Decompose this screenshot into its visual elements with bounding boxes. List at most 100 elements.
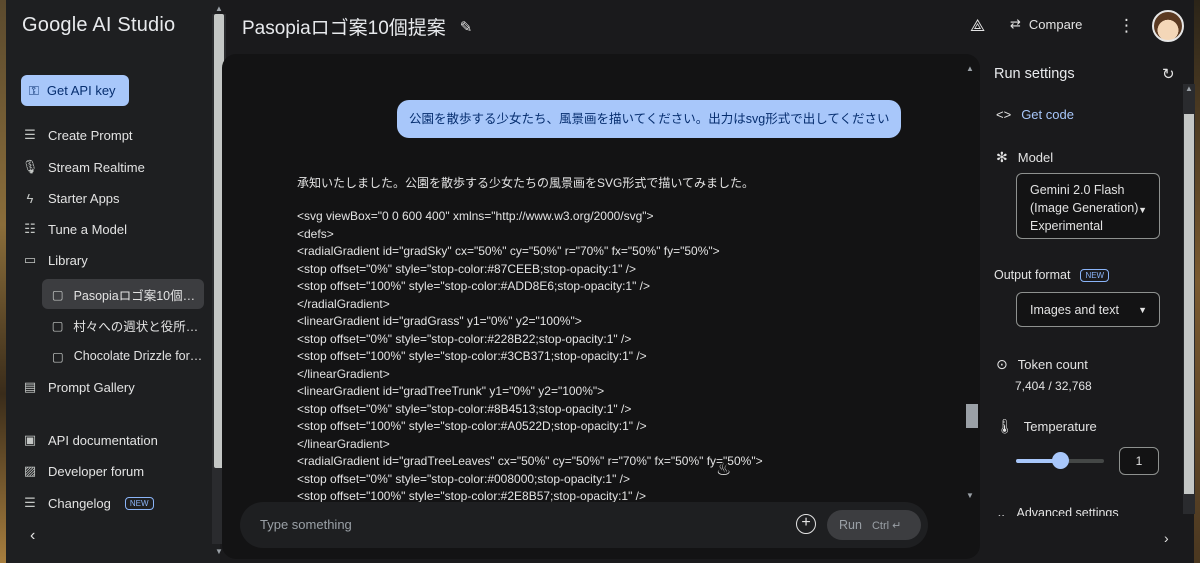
- sidebar-item-label: Changelog: [48, 495, 111, 511]
- code-line: <svg viewBox="0 0 600 400" xmlns="http:/…: [297, 209, 654, 223]
- library-item[interactable]: ▢ 村々への週状と役所の…: [42, 310, 204, 340]
- collapse-sidebar-chevron-left-icon[interactable]: ‹: [30, 527, 35, 545]
- sidebar-item-changelog[interactable]: ☰ Changelog NEW: [22, 488, 207, 518]
- model-section-header: ✻ Model: [996, 149, 1053, 166]
- scroll-up-icon[interactable]: ▲: [966, 64, 974, 73]
- sidebar-item-stream-realtime[interactable]: 🎙︎ Stream Realtime: [22, 152, 207, 182]
- sidebar-item-label: Create Prompt: [48, 127, 133, 143]
- prompt-input[interactable]: Type something + Run Ctrl ↵: [240, 502, 928, 548]
- advanced-settings-toggle[interactable]: ⌄ Advanced settings: [996, 506, 1119, 516]
- sidebar-item-prompt-gallery[interactable]: ▤ Prompt Gallery: [22, 372, 207, 402]
- sidebar: Google AI Studio ⚿ Get API key ☰ Create …: [6, 0, 226, 563]
- code-line: <linearGradient id="gradTreeTrunk" y1="0…: [297, 384, 605, 398]
- temperature-slider-handle[interactable]: [1052, 452, 1069, 469]
- code-line: <stop offset="0%" style="stop-color:#228…: [297, 331, 632, 346]
- prompt-title: Pasopiaロゴ案10個提案 ✎: [242, 13, 472, 40]
- output-format-select[interactable]: Images and text ▼: [1016, 292, 1160, 327]
- sidebar-item-label: Tune a Model: [48, 221, 128, 237]
- code-line: <defs>: [297, 226, 334, 241]
- bolt-icon: ϟ: [26, 190, 34, 206]
- settings-scrollbar[interactable]: ▲: [1183, 84, 1195, 514]
- scroll-up-icon[interactable]: ▲: [215, 4, 223, 13]
- chat-icon: ▢: [51, 349, 64, 364]
- run-settings-title: Run settings: [994, 66, 1075, 82]
- chat-icon: ▢: [51, 287, 64, 302]
- sidebar-item-developer-forum[interactable]: ▨ Developer forum: [22, 456, 207, 486]
- run-label: Run: [839, 518, 862, 532]
- code-icon: <>: [996, 107, 1012, 122]
- chat-scroll-thumb[interactable]: [966, 404, 978, 428]
- run-button[interactable]: Run Ctrl ↵: [827, 510, 921, 540]
- model-reply: 承知いたしました。公園を散歩する少女たちの風景画をSVG形式で描いてみました。 …: [297, 174, 937, 506]
- run-settings-panel: Run settings ↻ <> Get code ✻ Model Gemin…: [982, 54, 1182, 559]
- get-code-label: Get code: [1021, 107, 1074, 122]
- user-message: 公園を散歩する少女たち、風景画を描いてください。出力はsvg形式で出してください: [397, 100, 902, 138]
- chevron-down-icon: ⌄: [996, 507, 1007, 516]
- chevron-right-icon[interactable]: ›: [1164, 530, 1169, 546]
- token-count-label: Token count: [1017, 357, 1088, 372]
- compare-label: Compare: [1028, 16, 1083, 32]
- code-line: <stop offset="0%" style="stop-color:#8B4…: [297, 401, 632, 416]
- sidebar-item-library[interactable]: ▭ Library: [22, 245, 207, 275]
- model-value-line: Experimental: [1030, 219, 1103, 233]
- sidebar-item-label: Starter Apps: [48, 190, 120, 206]
- thermometer-icon: 🌡︎: [996, 418, 1014, 434]
- library-item-label: Chocolate Drizzle for …: [73, 349, 204, 363]
- document-icon: ▣: [23, 432, 37, 447]
- prompt-title-text: Pasopiaロゴ案10個提案: [242, 18, 446, 39]
- compare-icon: ⇄: [1010, 16, 1021, 31]
- code-line: <radialGradient id="gradSky" cx="50%" cy…: [297, 244, 720, 258]
- reset-refresh-icon[interactable]: ↻: [1162, 65, 1175, 83]
- get-api-key-label: Get API key: [46, 83, 116, 98]
- scroll-down-icon[interactable]: ▼: [966, 491, 974, 500]
- token-count-icon: ⊙: [996, 356, 1008, 372]
- new-badge: NEW: [1080, 268, 1110, 282]
- temperature-header: 🌡︎ Temperature: [996, 418, 1097, 435]
- more-options-icon[interactable]: ⋮: [1118, 16, 1135, 36]
- settings-scroll-thumb[interactable]: [1184, 114, 1194, 494]
- sidebar-item-label: API documentation: [48, 432, 158, 448]
- library-item-active[interactable]: ▢ Pasopiaロゴ案10個提案: [42, 279, 204, 309]
- code-line: <stop offset="100%" style="stop-color:#3…: [297, 349, 647, 363]
- add-media-plus-icon[interactable]: +: [796, 514, 816, 534]
- library-item-label: 村々への週状と役所の…: [73, 319, 204, 334]
- code-line: <linearGradient id="gradGrass" y1="0%" y…: [297, 314, 582, 328]
- token-count-value: 7,404 / 32,768: [1015, 379, 1092, 393]
- model-select[interactable]: Gemini 2.0 Flash (Image Generation) Expe…: [1016, 173, 1160, 239]
- get-code-button[interactable]: <> Get code: [996, 107, 1074, 122]
- avatar[interactable]: [1152, 10, 1184, 42]
- get-api-key-button[interactable]: ⚿ Get API key: [21, 75, 129, 106]
- chat-panel: 公園を散歩する少女たち、風景画を描いてください。出力はsvg形式で出してください…: [222, 54, 980, 559]
- library-icon: ▭: [23, 252, 37, 267]
- temperature-input[interactable]: 1: [1119, 447, 1159, 475]
- dropdown-caret-icon: ▼: [1138, 205, 1147, 215]
- token-count-header: ⊙ Token count: [996, 356, 1088, 373]
- output-format-label: Output format: [994, 268, 1071, 282]
- temperature-slider[interactable]: [1016, 452, 1104, 469]
- library-item-label: Pasopiaロゴ案10個提案: [73, 288, 204, 303]
- chat-scrollbar[interactable]: ▲ ▼: [966, 64, 978, 500]
- run-shortcut: Ctrl ↵: [871, 519, 902, 532]
- sidebar-item-label: Developer forum: [48, 463, 145, 479]
- sidebar-item-label: Prompt Gallery: [48, 379, 135, 395]
- compare-button[interactable]: ⇄ Compare: [1010, 16, 1082, 32]
- key-icon: ⚿: [29, 82, 39, 98]
- create-prompt-icon: ☰: [24, 127, 36, 142]
- gallery-icon: ▤: [23, 379, 37, 394]
- scroll-up-icon[interactable]: ▲: [1185, 84, 1193, 93]
- microphone-icon: 🎙︎: [21, 159, 39, 174]
- advanced-settings-label: Advanced settings: [1016, 506, 1119, 516]
- forum-icon: ▨: [23, 463, 37, 478]
- sidebar-item-tune-a-model[interactable]: ☷ Tune a Model: [22, 214, 207, 244]
- sidebar-item-starter-apps[interactable]: ϟ Starter Apps: [22, 183, 207, 213]
- output-format-header: Output format NEW: [994, 268, 1110, 282]
- changelog-icon: ☰: [24, 495, 36, 510]
- model-value-line: Gemini 2.0 Flash: [1030, 183, 1125, 197]
- sidebar-item-create-prompt[interactable]: ☰ Create Prompt: [22, 120, 207, 150]
- tune-icon: ☷: [24, 221, 36, 236]
- share-icon[interactable]: ⟁: [970, 16, 985, 36]
- library-item[interactable]: ▢ Chocolate Drizzle for …: [42, 341, 204, 371]
- sidebar-item-api-documentation[interactable]: ▣ API documentation: [22, 425, 207, 455]
- edit-pencil-icon[interactable]: ✎: [460, 18, 473, 36]
- clear-chat-broom-icon[interactable]: ♨: [716, 460, 731, 480]
